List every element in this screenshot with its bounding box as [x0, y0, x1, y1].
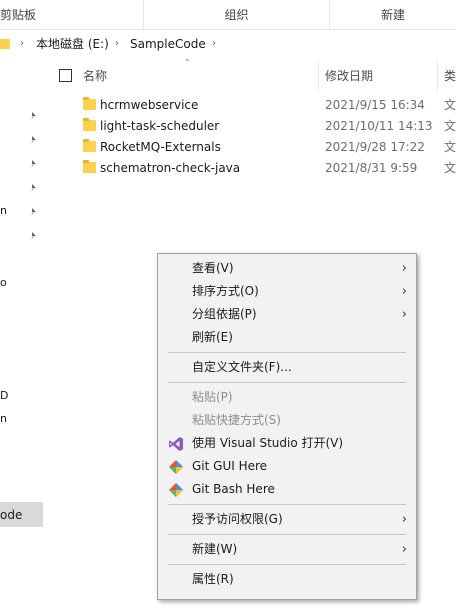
file-name: hcrmwebservice	[100, 98, 199, 112]
folder-icon	[83, 118, 96, 131]
nav-item-label[interactable]: n	[0, 412, 7, 425]
menu-item-grant-access[interactable]: 授予访问权限(G) ›	[158, 508, 416, 531]
breadcrumb-folder[interactable]: SampleCode	[130, 33, 206, 55]
breadcrumb-drive[interactable]: 本地磁盘 (E:)	[36, 33, 109, 55]
folder-icon	[83, 160, 96, 173]
pin-icon[interactable]	[29, 231, 39, 241]
menu-item-properties[interactable]: 属性(R)	[158, 568, 416, 591]
menu-item-open-visual-studio[interactable]: 使用 Visual Studio 打开(V)	[158, 432, 416, 455]
file-type: 文	[444, 98, 456, 112]
pin-icon[interactable]	[29, 159, 39, 169]
menu-separator	[168, 382, 406, 383]
nav-item-label[interactable]: n	[0, 204, 7, 217]
column-type-header[interactable]: 类	[444, 62, 456, 90]
ribbon-group-new: 新建	[380, 8, 405, 22]
file-type: 文	[444, 161, 456, 175]
menu-item-label: 新建(W)	[192, 542, 238, 556]
file-type: 文	[444, 119, 456, 133]
nav-item-selected[interactable]: ode	[0, 502, 43, 527]
file-modified: 2021/8/31 9:59	[325, 161, 418, 175]
folder-icon	[0, 39, 10, 49]
file-name: schematron-check-java	[100, 161, 241, 175]
menu-item-label: 使用 Visual Studio 打开(V)	[192, 436, 344, 450]
menu-item-label: Git GUI Here	[192, 459, 268, 473]
pin-icon[interactable]	[29, 207, 39, 217]
chevron-right-icon: ›	[401, 307, 407, 322]
file-modified: 2021/9/28 17:22	[325, 140, 425, 154]
menu-item-view[interactable]: 查看(V) ›	[158, 257, 416, 280]
file-row[interactable]: schematron-check-java 2021/8/31 9:59 文	[46, 158, 456, 179]
git-icon	[169, 483, 183, 497]
navigation-pane: n o D n ode	[0, 60, 46, 615]
file-modified: 2021/9/15 16:34	[325, 98, 425, 112]
menu-item-label: 分组依据(P)	[192, 307, 257, 321]
git-icon	[169, 460, 183, 474]
file-name: light-task-scheduler	[100, 119, 220, 133]
breadcrumb-chevron-icon[interactable]: ›	[115, 33, 119, 55]
pin-icon[interactable]	[29, 111, 39, 121]
pin-icon[interactable]	[29, 183, 39, 193]
folder-icon	[83, 139, 96, 152]
sort-ascending-icon: ˄	[185, 59, 190, 69]
context-menu: 查看(V) › 排序方式(O) › 分组依据(P) › 刷新(E) 自定义文件夹…	[157, 253, 417, 600]
menu-item-label: 授予访问权限(G)	[192, 512, 283, 526]
menu-item-new[interactable]: 新建(W) ›	[158, 538, 416, 561]
breadcrumb-chevron-icon[interactable]: ›	[212, 33, 216, 55]
address-bar[interactable]: › 本地磁盘 (E:) › SampleCode ›	[0, 33, 456, 55]
nav-item-label[interactable]: o	[0, 276, 7, 289]
menu-item-label: 刷新(E)	[192, 330, 233, 344]
menu-item-group[interactable]: 分组依据(P) ›	[158, 303, 416, 326]
column-modified-header[interactable]: 修改日期	[325, 62, 373, 90]
chevron-right-icon: ›	[401, 284, 407, 299]
visual-studio-icon	[169, 437, 183, 451]
menu-item-label: Git Bash Here	[192, 482, 275, 496]
menu-item-customize[interactable]: 自定义文件夹(F)...	[158, 356, 416, 379]
nav-item-label[interactable]: D	[0, 389, 8, 402]
menu-item-label: 属性(R)	[192, 572, 234, 586]
nav-item-selected-label: ode	[0, 508, 23, 522]
menu-item-label: 粘贴快捷方式(S)	[192, 413, 281, 427]
menu-separator	[168, 352, 406, 353]
file-modified: 2021/10/11 14:13	[325, 119, 433, 133]
pin-icon[interactable]	[29, 135, 39, 145]
menu-item-label: 粘贴(P)	[192, 390, 233, 404]
file-row[interactable]: light-task-scheduler 2021/10/11 14:13 文	[46, 116, 456, 137]
file-row[interactable]: hcrmwebservice 2021/9/15 16:34 文	[46, 95, 456, 116]
ribbon-group-organize: 组织	[224, 8, 249, 22]
menu-separator	[168, 564, 406, 565]
column-divider[interactable]	[318, 62, 319, 90]
menu-separator	[168, 504, 406, 505]
menu-item-paste-shortcut[interactable]: 粘贴快捷方式(S)	[158, 409, 416, 432]
menu-item-git-bash[interactable]: Git Bash Here	[158, 478, 416, 501]
file-row[interactable]: RocketMQ-Externals 2021/9/28 17:22 文	[46, 137, 456, 158]
menu-item-paste[interactable]: 粘贴(P)	[158, 386, 416, 409]
column-divider[interactable]	[437, 62, 438, 90]
select-all-checkbox[interactable]	[59, 69, 72, 82]
file-name: RocketMQ-Externals	[100, 140, 221, 154]
breadcrumb-chevron-icon[interactable]: ›	[20, 33, 24, 55]
chevron-right-icon: ›	[401, 261, 407, 276]
menu-item-label: 排序方式(O)	[192, 284, 259, 298]
menu-separator	[168, 534, 406, 535]
ribbon-groups: 剪贴板 组织 新建	[0, 0, 456, 30]
ribbon-group-clipboard: 剪贴板	[0, 8, 37, 22]
menu-item-git-gui[interactable]: Git GUI Here	[158, 455, 416, 478]
chevron-right-icon: ›	[401, 512, 407, 527]
column-header: ˄ 名称 修改日期 类	[46, 59, 456, 90]
menu-item-sort[interactable]: 排序方式(O) ›	[158, 280, 416, 303]
column-name-header[interactable]: 名称	[83, 62, 107, 90]
menu-item-label: 自定义文件夹(F)...	[192, 360, 292, 374]
menu-item-refresh[interactable]: 刷新(E)	[158, 326, 416, 349]
file-type: 文	[444, 140, 456, 154]
menu-item-label: 查看(V)	[192, 261, 234, 275]
folder-icon	[83, 97, 96, 110]
chevron-right-icon: ›	[401, 542, 407, 557]
